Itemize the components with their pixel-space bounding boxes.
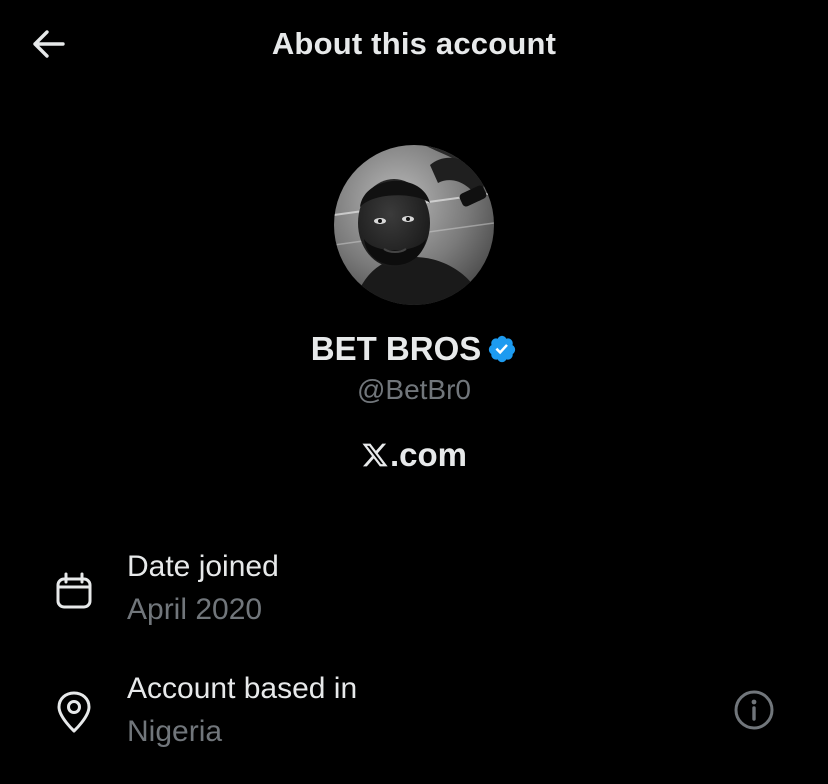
avatar[interactable] (334, 145, 494, 305)
location-pin-icon (52, 690, 96, 734)
verified-badge-icon (487, 334, 517, 364)
page-title: About this account (271, 26, 557, 61)
account-location-row: Account based in Nigeria (0, 662, 828, 762)
profile-photo (334, 145, 494, 305)
site-label: .com (0, 436, 828, 474)
info-button[interactable] (731, 687, 777, 733)
account-handle: @BetBr0 (356, 374, 472, 405)
date-joined-value: April 2020 (127, 593, 263, 626)
date-joined-row: Date joined April 2020 (0, 540, 828, 640)
account-based-label: Account based in (127, 672, 358, 705)
account-based-value: Nigeria (127, 715, 223, 748)
calendar-icon (52, 569, 96, 613)
info-icon (733, 689, 775, 731)
display-name-row: BET BROS (0, 330, 828, 368)
top-bar: About this account (0, 0, 828, 90)
display-name: BET BROS (310, 330, 482, 367)
x-logo-icon (361, 441, 389, 469)
date-joined-label: Date joined (127, 550, 279, 583)
site-text: .com (389, 436, 468, 473)
